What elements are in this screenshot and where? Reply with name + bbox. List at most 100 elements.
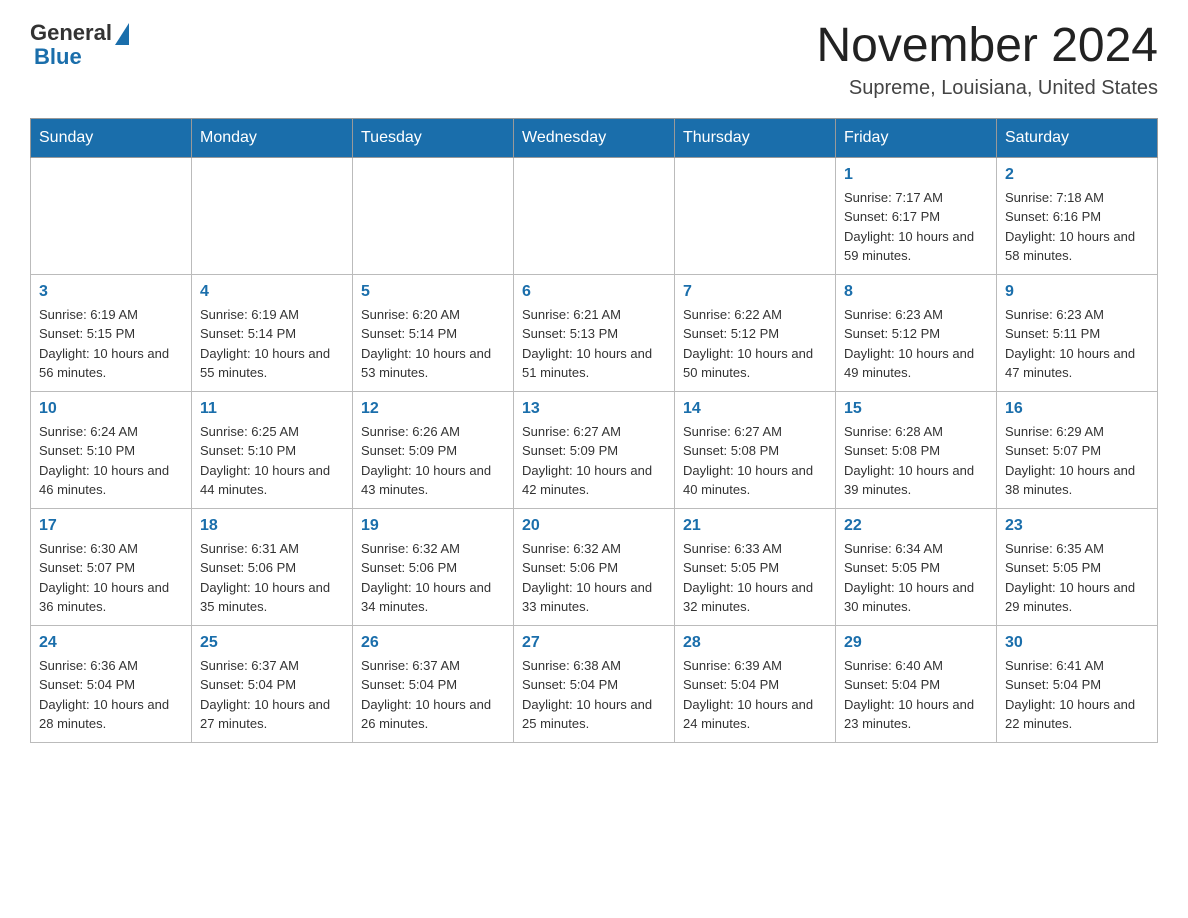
- calendar-cell: [675, 157, 836, 274]
- calendar-cell: 6Sunrise: 6:21 AM Sunset: 5:13 PM Daylig…: [514, 274, 675, 391]
- calendar-cell: 10 Sunrise: 6:24 AM Sunset: 5:10 PM Dayli…: [31, 391, 192, 508]
- calendar-cell: 9 Sunrise: 6:23 AM Sunset: 5:11 PM Daylig…: [997, 274, 1158, 391]
- day-info: Sunrise: 6:31 AM Sunset: 5:06 PM Dayligh…: [200, 539, 344, 617]
- weekday-header-monday: Monday: [192, 118, 353, 157]
- calendar-cell: [353, 157, 514, 274]
- weekday-header-wednesday: Wednesday: [514, 118, 675, 157]
- day-number: 21: [683, 517, 827, 535]
- day-number: 29: [844, 634, 988, 652]
- calendar-cell: 3 Sunrise: 6:19 AM Sunset: 5:15 PM Daylig…: [31, 274, 192, 391]
- day-info: Sunrise: 6:34 AM Sunset: 5:05 PM Dayligh…: [844, 539, 988, 617]
- day-info: Sunrise: 6:19 AM Sunset: 5:15 PM Dayligh…: [39, 305, 183, 383]
- day-info: Sunrise: 6:32 AM Sunset: 5:06 PM Dayligh…: [522, 539, 666, 617]
- day-number: 13: [522, 400, 666, 418]
- title-section: November 2024 Supreme, Louisiana, United…: [816, 20, 1158, 100]
- day-info: Sunrise: 6:27 AM Sunset: 5:09 PM Dayligh…: [522, 422, 666, 500]
- day-number: 6: [522, 283, 666, 301]
- calendar-cell: 17 Sunrise: 6:30 AM Sunset: 5:07 PM Dayli…: [31, 508, 192, 625]
- day-info: Sunrise: 6:22 AM Sunset: 5:12 PM Dayligh…: [683, 305, 827, 383]
- calendar-cell: 7Sunrise: 6:22 AM Sunset: 5:12 PM Daylig…: [675, 274, 836, 391]
- calendar-cell: 30 Sunrise: 6:41 AM Sunset: 5:04 PM Dayli…: [997, 625, 1158, 742]
- month-title: November 2024: [816, 20, 1158, 73]
- day-info: Sunrise: 6:28 AM Sunset: 5:08 PM Dayligh…: [844, 422, 988, 500]
- calendar-cell: 23 Sunrise: 6:35 AM Sunset: 5:05 PM Dayli…: [997, 508, 1158, 625]
- day-number: 23: [1005, 517, 1149, 535]
- day-number: 15: [844, 400, 988, 418]
- calendar-week-row: 24 Sunrise: 6:36 AM Sunset: 5:04 PM Dayli…: [31, 625, 1158, 742]
- day-number: 19: [361, 517, 505, 535]
- logo-general-text: General: [30, 20, 112, 46]
- day-number: 8: [844, 283, 988, 301]
- calendar-cell: 19 Sunrise: 6:32 AM Sunset: 5:06 PM Dayli…: [353, 508, 514, 625]
- day-info: Sunrise: 6:39 AM Sunset: 5:04 PM Dayligh…: [683, 656, 827, 734]
- weekday-header-thursday: Thursday: [675, 118, 836, 157]
- day-info: Sunrise: 6:37 AM Sunset: 5:04 PM Dayligh…: [361, 656, 505, 734]
- calendar-cell: 14Sunrise: 6:27 AM Sunset: 5:08 PM Dayli…: [675, 391, 836, 508]
- day-number: 24: [39, 634, 183, 652]
- calendar-cell: 27 Sunrise: 6:38 AM Sunset: 5:04 PM Dayli…: [514, 625, 675, 742]
- day-info: Sunrise: 6:26 AM Sunset: 5:09 PM Dayligh…: [361, 422, 505, 500]
- calendar-cell: 21 Sunrise: 6:33 AM Sunset: 5:05 PM Dayli…: [675, 508, 836, 625]
- day-info: Sunrise: 6:41 AM Sunset: 5:04 PM Dayligh…: [1005, 656, 1149, 734]
- calendar-cell: 24 Sunrise: 6:36 AM Sunset: 5:04 PM Dayli…: [31, 625, 192, 742]
- day-number: 9: [1005, 283, 1149, 301]
- day-info: Sunrise: 7:17 AM Sunset: 6:17 PM Dayligh…: [844, 188, 988, 266]
- logo: General Blue: [30, 20, 129, 70]
- day-info: Sunrise: 6:36 AM Sunset: 5:04 PM Dayligh…: [39, 656, 183, 734]
- logo-blue-text: Blue: [30, 44, 82, 70]
- calendar-week-row: 17 Sunrise: 6:30 AM Sunset: 5:07 PM Dayli…: [31, 508, 1158, 625]
- day-number: 4: [200, 283, 344, 301]
- day-number: 27: [522, 634, 666, 652]
- day-number: 5: [361, 283, 505, 301]
- logo-triangle-icon: [115, 23, 129, 45]
- weekday-header-friday: Friday: [836, 118, 997, 157]
- day-info: Sunrise: 6:25 AM Sunset: 5:10 PM Dayligh…: [200, 422, 344, 500]
- calendar-cell: 20 Sunrise: 6:32 AM Sunset: 5:06 PM Dayli…: [514, 508, 675, 625]
- calendar-cell: 18Sunrise: 6:31 AM Sunset: 5:06 PM Dayli…: [192, 508, 353, 625]
- day-info: Sunrise: 6:24 AM Sunset: 5:10 PM Dayligh…: [39, 422, 183, 500]
- calendar-cell: 8 Sunrise: 6:23 AM Sunset: 5:12 PM Daylig…: [836, 274, 997, 391]
- weekday-header-tuesday: Tuesday: [353, 118, 514, 157]
- day-number: 26: [361, 634, 505, 652]
- day-number: 20: [522, 517, 666, 535]
- location-text: Supreme, Louisiana, United States: [816, 77, 1158, 100]
- day-number: 25: [200, 634, 344, 652]
- day-number: 16: [1005, 400, 1149, 418]
- day-number: 3: [39, 283, 183, 301]
- calendar-cell: 28Sunrise: 6:39 AM Sunset: 5:04 PM Dayli…: [675, 625, 836, 742]
- day-info: Sunrise: 6:19 AM Sunset: 5:14 PM Dayligh…: [200, 305, 344, 383]
- day-info: Sunrise: 6:20 AM Sunset: 5:14 PM Dayligh…: [361, 305, 505, 383]
- day-number: 17: [39, 517, 183, 535]
- day-number: 1: [844, 166, 988, 184]
- day-number: 10: [39, 400, 183, 418]
- calendar-cell: 16 Sunrise: 6:29 AM Sunset: 5:07 PM Dayli…: [997, 391, 1158, 508]
- calendar-table: SundayMondayTuesdayWednesdayThursdayFrid…: [30, 118, 1158, 743]
- day-info: Sunrise: 6:38 AM Sunset: 5:04 PM Dayligh…: [522, 656, 666, 734]
- calendar-cell: 13 Sunrise: 6:27 AM Sunset: 5:09 PM Dayli…: [514, 391, 675, 508]
- day-info: Sunrise: 6:32 AM Sunset: 5:06 PM Dayligh…: [361, 539, 505, 617]
- calendar-header-row: SundayMondayTuesdayWednesdayThursdayFrid…: [31, 118, 1158, 157]
- day-info: Sunrise: 6:35 AM Sunset: 5:05 PM Dayligh…: [1005, 539, 1149, 617]
- calendar-cell: 2Sunrise: 7:18 AM Sunset: 6:16 PM Daylig…: [997, 157, 1158, 274]
- calendar-cell: 26 Sunrise: 6:37 AM Sunset: 5:04 PM Dayli…: [353, 625, 514, 742]
- day-info: Sunrise: 6:29 AM Sunset: 5:07 PM Dayligh…: [1005, 422, 1149, 500]
- calendar-cell: 5 Sunrise: 6:20 AM Sunset: 5:14 PM Daylig…: [353, 274, 514, 391]
- day-info: Sunrise: 6:37 AM Sunset: 5:04 PM Dayligh…: [200, 656, 344, 734]
- day-info: Sunrise: 6:23 AM Sunset: 5:11 PM Dayligh…: [1005, 305, 1149, 383]
- day-number: 30: [1005, 634, 1149, 652]
- day-number: 11: [200, 400, 344, 418]
- day-number: 22: [844, 517, 988, 535]
- weekday-header-saturday: Saturday: [997, 118, 1158, 157]
- calendar-cell: 1 Sunrise: 7:17 AM Sunset: 6:17 PM Daylig…: [836, 157, 997, 274]
- day-info: Sunrise: 6:30 AM Sunset: 5:07 PM Dayligh…: [39, 539, 183, 617]
- calendar-cell: [514, 157, 675, 274]
- calendar-cell: 25 Sunrise: 6:37 AM Sunset: 5:04 PM Dayli…: [192, 625, 353, 742]
- day-number: 2: [1005, 166, 1149, 184]
- day-info: Sunrise: 6:33 AM Sunset: 5:05 PM Dayligh…: [683, 539, 827, 617]
- day-info: Sunrise: 6:23 AM Sunset: 5:12 PM Dayligh…: [844, 305, 988, 383]
- day-number: 14: [683, 400, 827, 418]
- day-number: 12: [361, 400, 505, 418]
- calendar-cell: [192, 157, 353, 274]
- weekday-header-sunday: Sunday: [31, 118, 192, 157]
- calendar-cell: 15 Sunrise: 6:28 AM Sunset: 5:08 PM Dayli…: [836, 391, 997, 508]
